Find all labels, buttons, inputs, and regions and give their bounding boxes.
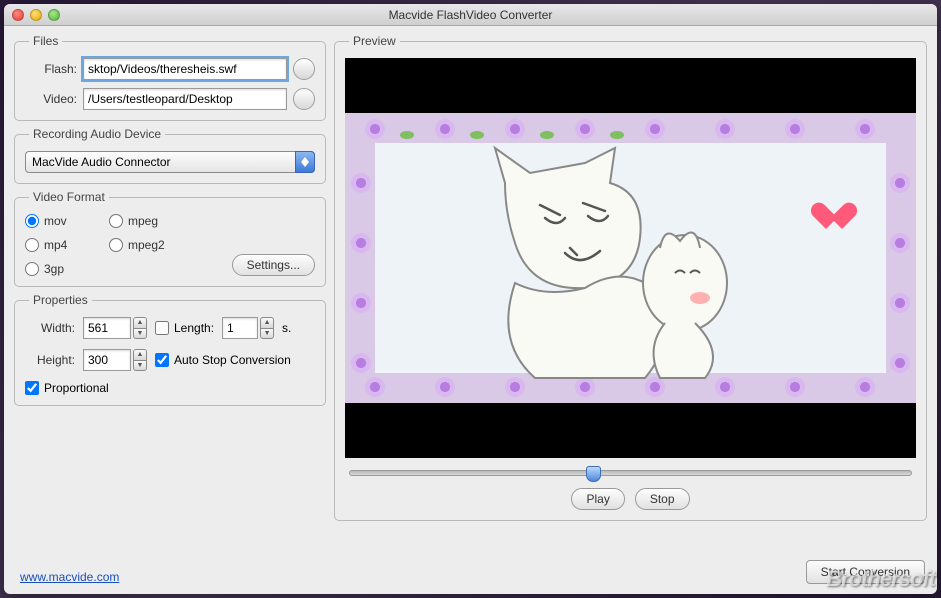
flash-label: Flash: [25,62,77,76]
height-stepper[interactable]: ▲▼ [133,349,147,371]
preview-viewport [345,58,916,458]
radio-3gp[interactable]: 3gp [25,262,105,276]
close-icon[interactable] [12,9,24,21]
audio-device-select[interactable]: MacVide Audio Connector [25,151,315,173]
width-stepper[interactable]: ▲▼ [133,317,147,339]
length-checkbox[interactable]: Length: [155,321,214,335]
video-input[interactable] [83,88,287,110]
right-column: Preview [334,34,927,554]
files-group: Files Flash: Video: [14,34,326,121]
window-title: Macvide FlashVideo Converter [4,8,937,22]
minimize-icon[interactable] [30,9,42,21]
audio-legend: Recording Audio Device [29,127,165,141]
length-stepper[interactable]: ▲▼ [260,317,274,339]
stop-button[interactable]: Stop [635,488,690,510]
preview-illustration [465,143,765,383]
video-browse-button[interactable] [293,88,315,110]
start-conversion-button[interactable]: Start Conversion [806,560,925,584]
timeline-slider[interactable] [349,470,912,476]
proportional-checkbox[interactable]: Proportional [25,381,315,395]
play-button[interactable]: Play [571,488,624,510]
titlebar: Macvide FlashVideo Converter [4,4,937,26]
format-legend: Video Format [29,190,109,204]
preview-legend: Preview [349,34,400,48]
radio-mp4[interactable]: mp4 [25,238,105,252]
radio-mpeg[interactable]: mpeg [109,214,209,228]
audio-group: Recording Audio Device MacVide Audio Con… [14,127,326,184]
length-unit: s. [282,321,291,335]
height-input[interactable] [83,349,131,371]
length-input[interactable] [222,317,258,339]
files-legend: Files [29,34,62,48]
flash-browse-button[interactable] [293,58,315,80]
properties-legend: Properties [29,293,92,307]
heart-icon [824,203,856,235]
radio-mpeg2[interactable]: mpeg2 [109,238,209,252]
settings-button[interactable]: Settings... [232,254,315,276]
radio-mov[interactable]: mov [25,214,105,228]
left-column: Files Flash: Video: Recording Audio Devi… [14,34,326,554]
auto-stop-checkbox[interactable]: Auto Stop Conversion [155,353,291,367]
flash-input[interactable] [83,58,287,80]
video-label: Video: [25,92,77,106]
app-window: Macvide FlashVideo Converter Files Flash… [4,4,937,594]
footer: www.macvide.com Start Conversion [4,554,937,594]
width-label: Width: [25,321,75,335]
preview-frame [345,113,916,403]
website-link[interactable]: www.macvide.com [20,570,119,584]
height-label: Height: [25,353,75,367]
preview-group: Preview [334,34,927,521]
format-group: Video Format mov mpeg mp4 mpeg2 3gp Sett… [14,190,326,287]
traffic-lights [12,9,60,21]
slider-thumb[interactable] [586,466,601,482]
width-input[interactable] [83,317,131,339]
zoom-icon[interactable] [48,9,60,21]
content: Files Flash: Video: Recording Audio Devi… [4,26,937,554]
properties-group: Properties Width: ▲▼ Length: ▲▼ s. Heig [14,293,326,406]
